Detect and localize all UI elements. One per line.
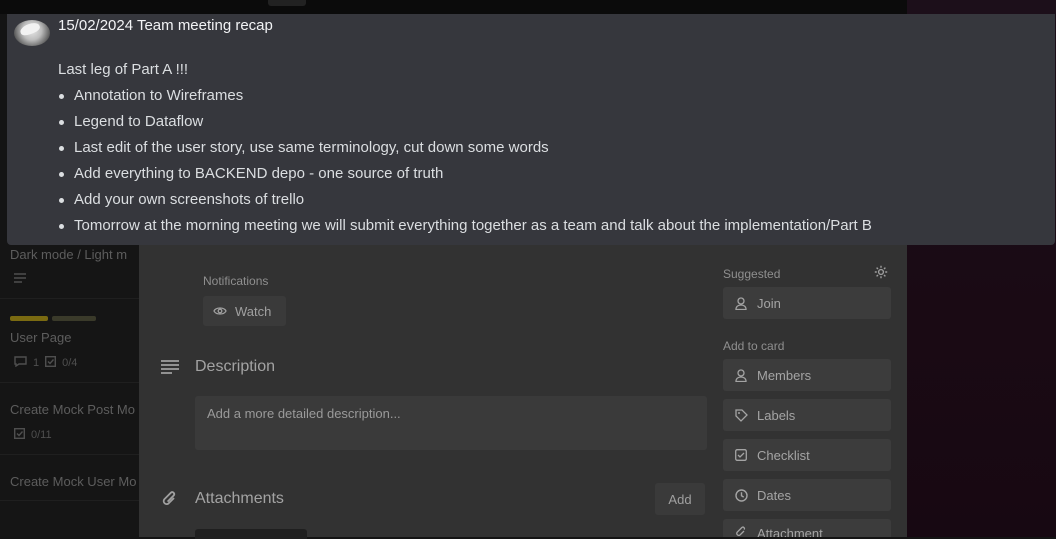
dates-button[interactable]: Dates [723,479,891,511]
description-icon [161,360,179,379]
description-input[interactable]: Add a more detailed description... [195,396,707,450]
attachment-button[interactable]: Attachment [723,519,891,537]
list-item: Legend to Dataflow [59,113,872,139]
card-label [52,316,96,321]
message-lead: Last leg of Part A !!! [58,61,189,78]
card-label-yellow [10,316,48,321]
notifications-label: Notifications [203,274,269,288]
checklist-icon [734,449,748,461]
dates-label: Dates [757,487,791,503]
checklist-count: 0/4 [62,357,78,369]
join-button[interactable]: Join [723,287,891,319]
person-icon [734,296,748,310]
labels-label: Labels [757,407,796,423]
list-item: Last edit of the user story, use same te… [59,139,872,165]
card-title: Create Mock Post Mo [10,402,135,417]
board-card[interactable]: Create Mock Post Mo 0/11 [0,384,150,455]
label-icon [734,408,748,422]
checklist-count: 0/11 [31,429,52,441]
message-bullet-list: Annotation to Wireframes Legend to Dataf… [58,87,872,243]
card-badges: 1 0/4 [14,355,78,370]
checklist-label: Checklist [757,447,810,463]
list-item: Tomorrow at the morning meeting we will … [59,217,872,243]
board-list: Dark mode / Light m User Page 1 0/4 Crea… [0,240,150,537]
description-indicator-icon [14,273,26,283]
board-card[interactable]: Dark mode / Light m [0,240,150,299]
attachments-title: Attachments [195,490,284,507]
list-item: Annotation to Wireframes [59,87,872,113]
card-title: Dark mode / Light m [10,247,128,262]
join-label: Join [757,295,781,311]
message-preview-overlay: 15/02/2024 Team meeting recap Last leg o… [7,14,1055,245]
members-button[interactable]: Members [723,359,891,391]
members-label: Members [757,367,812,383]
message-title: 15/02/2024 Team meeting recap [58,17,273,34]
add-to-card-label: Add to card [723,339,785,353]
description-title: Description [195,358,276,375]
comment-count: 1 [33,357,40,369]
eye-icon [213,304,227,319]
list-item: Add everything to BACKEND depo - one sou… [59,165,872,191]
comment-icon [14,356,27,370]
attachment-icon [162,490,178,513]
avatar[interactable] [14,20,50,46]
gear-icon[interactable] [874,265,888,284]
top-bar-pill [268,0,306,6]
watch-label: Watch [235,303,272,319]
card-badges: 0/11 [13,427,52,442]
person-icon [734,368,748,382]
checklist-icon [13,427,26,442]
labels-button[interactable]: Labels [723,399,891,431]
card-title: Create Mock User Mo [10,474,137,489]
clock-icon [734,488,748,502]
add-attachment-button[interactable]: Add [655,483,705,515]
attachment-thumbnail[interactable] [195,529,307,539]
suggested-label: Suggested [723,267,781,281]
board-card[interactable]: User Page 1 0/4 [0,300,150,383]
board-card[interactable]: Create Mock User Mo [0,456,150,501]
top-bar [0,0,1056,14]
checklist-icon [45,355,57,370]
attachment-label: Attachment [757,526,823,537]
checklist-button[interactable]: Checklist [723,439,891,471]
watch-button[interactable]: Watch [203,296,286,326]
card-title: User Page [10,330,72,345]
list-item: Add your own screenshots of trello [59,191,872,217]
paperclip-icon [734,526,748,537]
